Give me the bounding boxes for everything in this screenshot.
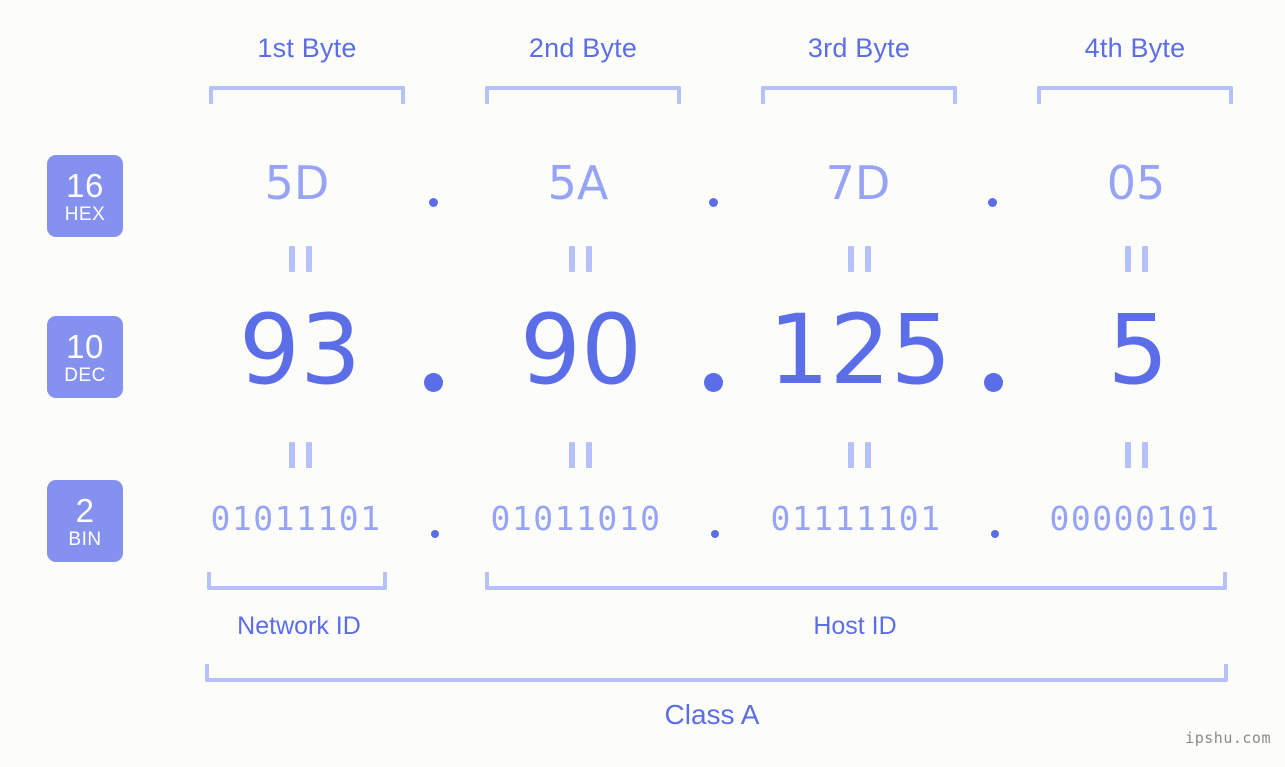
equals-hex-dec-3 xyxy=(848,246,871,272)
base-badge-dec-number: 10 xyxy=(66,327,104,365)
bin-byte-3: 01111101 xyxy=(770,499,942,538)
hex-byte-3: 7D xyxy=(825,156,891,210)
equals-dec-bin-3 xyxy=(848,442,871,468)
bin-byte-1: 01011101 xyxy=(210,499,382,538)
network-id-bracket xyxy=(207,572,387,590)
byte-bracket-4 xyxy=(1037,86,1233,104)
ip-address-breakdown-diagram: 1st Byte 2nd Byte 3rd Byte 4th Byte 16 H… xyxy=(0,0,1285,767)
host-id-label: Host ID xyxy=(813,612,897,640)
byte-bracket-3 xyxy=(761,86,957,104)
hex-byte-4: 05 xyxy=(1106,156,1166,210)
hex-byte-2: 5A xyxy=(547,156,609,210)
equals-hex-dec-4 xyxy=(1125,246,1148,272)
base-badge-bin-number: 2 xyxy=(75,491,95,529)
dec-byte-1: 93 xyxy=(238,294,362,406)
dec-dot-2 xyxy=(704,373,723,392)
equals-hex-dec-2 xyxy=(569,246,592,272)
byte-header-4: 4th Byte xyxy=(1084,33,1186,63)
site-watermark: ipshu.com xyxy=(1185,729,1271,747)
equals-dec-bin-1 xyxy=(289,442,312,468)
dec-byte-4: 5 xyxy=(1107,294,1169,406)
equals-dec-bin-2 xyxy=(569,442,592,468)
hex-dot-1 xyxy=(429,198,438,207)
byte-bracket-1 xyxy=(209,86,405,104)
host-id-bracket xyxy=(485,572,1227,590)
base-badge-hex-number: 16 xyxy=(66,166,104,204)
bin-dot-2 xyxy=(711,530,719,538)
base-badge-dec-name: DEC xyxy=(64,364,106,386)
hex-byte-1: 5D xyxy=(264,156,330,210)
equals-hex-dec-1 xyxy=(289,246,312,272)
hex-dot-3 xyxy=(988,198,997,207)
byte-header-1: 1st Byte xyxy=(257,33,357,63)
dec-dot-3 xyxy=(984,373,1003,392)
bin-byte-4: 00000101 xyxy=(1049,499,1221,538)
bin-byte-2: 01011010 xyxy=(490,499,662,538)
equals-dec-bin-4 xyxy=(1125,442,1148,468)
class-bracket xyxy=(205,664,1228,682)
bin-dot-3 xyxy=(991,530,999,538)
base-badge-hex: 16 HEX xyxy=(47,155,123,237)
dec-byte-3: 125 xyxy=(768,294,952,406)
hex-dot-2 xyxy=(709,198,718,207)
bin-dot-1 xyxy=(431,530,439,538)
byte-header-3: 3rd Byte xyxy=(807,33,911,63)
class-label: Class A xyxy=(664,699,760,730)
dec-byte-2: 90 xyxy=(519,294,643,406)
dec-dot-1 xyxy=(424,373,443,392)
byte-bracket-2 xyxy=(485,86,681,104)
base-badge-bin-name: BIN xyxy=(68,528,102,550)
network-id-label: Network ID xyxy=(237,612,361,640)
byte-header-2: 2nd Byte xyxy=(528,33,638,63)
base-badge-dec: 10 DEC xyxy=(47,316,123,398)
base-badge-hex-name: HEX xyxy=(64,203,106,225)
base-badge-bin: 2 BIN xyxy=(47,480,123,562)
